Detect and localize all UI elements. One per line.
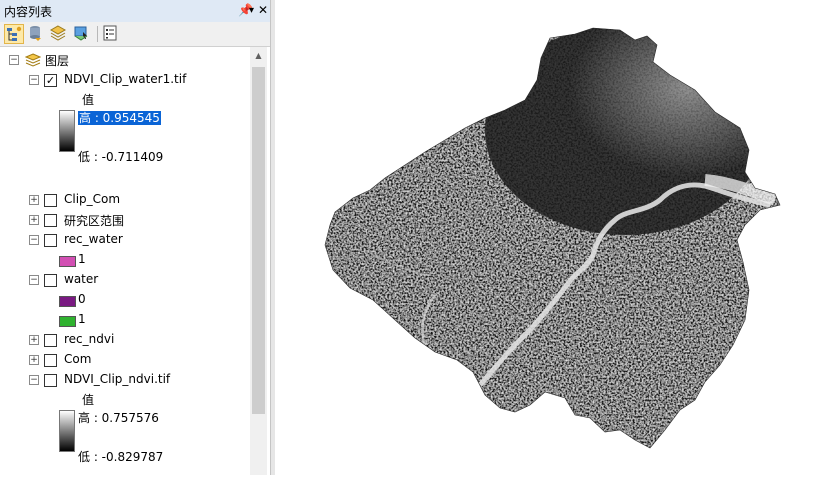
layer-name[interactable]: NDVI_Clip_ndvi.tif [64, 372, 170, 386]
expand-icon[interactable]: + [29, 335, 39, 345]
stretch-color-ramp [59, 110, 75, 152]
layer-visibility-checkbox[interactable] [44, 194, 57, 207]
close-icon[interactable]: ✕ [258, 3, 268, 17]
layer-visibility-checkbox[interactable] [44, 214, 57, 227]
toolbar-separator [97, 26, 98, 42]
list-by-drawing-order-icon[interactable] [4, 24, 24, 44]
layer-name[interactable]: rec_water [64, 232, 123, 246]
layer-name[interactable]: 研究区范围 [64, 212, 124, 229]
expand-icon[interactable]: + [29, 215, 39, 225]
options-icon[interactable] [101, 24, 121, 44]
legend-low-value: 低 : -0.829787 [78, 450, 164, 464]
class-label: 1 [78, 252, 86, 266]
legend-low-value: 低 : -0.711409 [78, 150, 164, 164]
collapse-icon[interactable]: − [29, 275, 39, 285]
class-label: 1 [78, 312, 86, 326]
scroll-up-arrow-icon[interactable]: ▲ [250, 47, 267, 64]
panel-title: 内容列表 [4, 5, 53, 19]
class-label: 0 [78, 292, 86, 306]
layer-tree: − 图层 − ✓ NDVI_Clip_water1.tif 值 高 : 0.95… [0, 47, 250, 475]
expand-icon[interactable]: + [29, 355, 39, 365]
list-by-source-icon[interactable] [26, 24, 46, 44]
layer-visibility-checkbox[interactable] [44, 234, 57, 247]
layer-visibility-checkbox[interactable] [44, 334, 57, 347]
list-by-visibility-icon[interactable] [49, 24, 69, 44]
legend-high-value: 高 : 0.954545 [78, 111, 161, 125]
collapse-icon[interactable]: − [29, 235, 39, 245]
list-by-selection-icon[interactable] [72, 24, 92, 44]
scrollbar-thumb[interactable] [252, 67, 265, 414]
layers-root-label: 图层 [45, 54, 70, 68]
layer-visibility-checkbox[interactable] [44, 354, 57, 367]
stretch-color-ramp [59, 410, 75, 452]
toc-scrollbar[interactable]: ▲ [250, 47, 267, 475]
legend-heading: 值 [82, 393, 95, 407]
layer-name[interactable]: NDVI_Clip_water1.tif [64, 72, 186, 86]
layer-name[interactable]: water [64, 272, 98, 286]
legend-high-value: 高 : 0.757576 [78, 411, 159, 425]
layer-name[interactable]: Com [64, 352, 91, 366]
collapse-icon[interactable]: − [9, 55, 19, 65]
class-color-swatch[interactable] [59, 316, 76, 327]
class-color-swatch[interactable] [59, 296, 76, 307]
class-color-swatch[interactable] [59, 256, 76, 267]
dropdown-arrow-icon[interactable]: ▾ [249, 4, 254, 18]
toc-toolbar [0, 22, 270, 47]
collapse-icon[interactable]: − [29, 375, 39, 385]
table-of-contents-panel: 内容列表 📌 ▾ ✕ − 图层 − ✓ NDVI_Clip_water1.tif… [0, 0, 270, 475]
layer-visibility-checkbox[interactable] [44, 274, 57, 287]
ndvi-raster-map [324, 27, 781, 449]
collapse-icon[interactable]: − [29, 75, 39, 85]
layer-name[interactable]: Clip_Com [64, 192, 120, 206]
map-view[interactable] [275, 0, 820, 475]
layer-visibility-checkbox[interactable] [44, 374, 57, 387]
legend-heading: 值 [82, 93, 95, 107]
expand-icon[interactable]: + [29, 195, 39, 205]
layer-visibility-checkbox[interactable]: ✓ [44, 74, 57, 87]
panel-title-bar: 内容列表 📌 ▾ ✕ [0, 0, 270, 23]
layer-name[interactable]: rec_ndvi [64, 332, 114, 346]
layers-stack-icon [24, 52, 42, 71]
